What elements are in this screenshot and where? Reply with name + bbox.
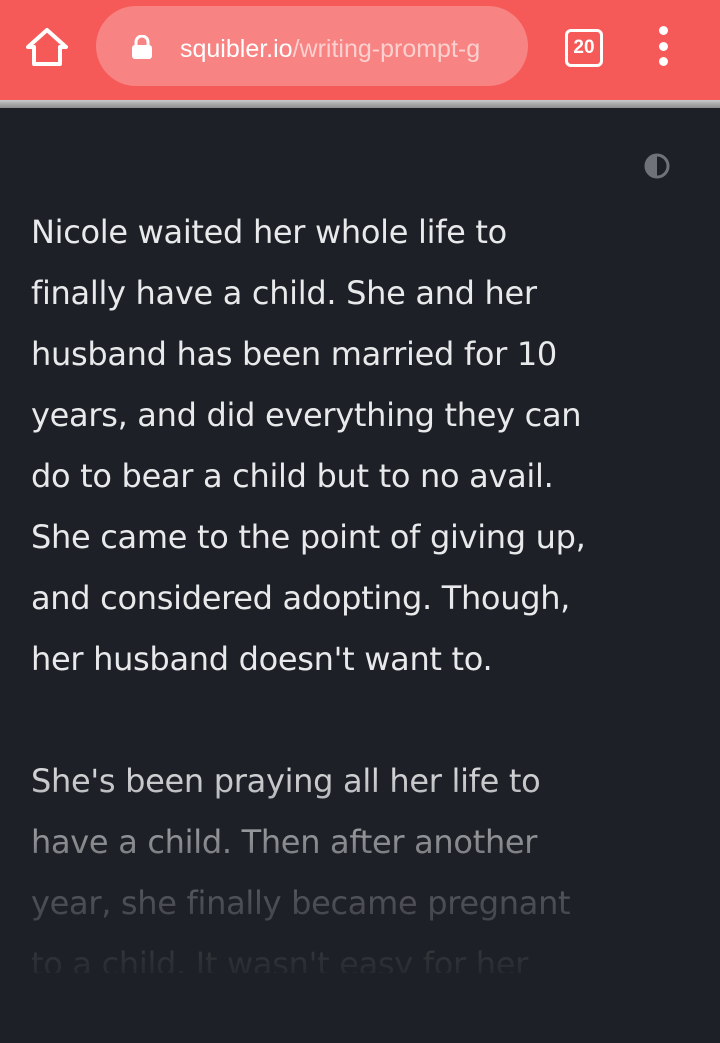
address-bar[interactable]: squibler.io/writing-prompt-g xyxy=(96,6,528,86)
url-path: /writing-prompt-g xyxy=(292,35,481,63)
contrast-icon[interactable] xyxy=(643,152,671,180)
lock-icon xyxy=(132,35,152,59)
menu-dot xyxy=(658,26,668,35)
story-text: Nicole waited her whole life to finally … xyxy=(31,202,701,973)
url-text[interactable]: squibler.io/writing-prompt-g xyxy=(180,29,510,69)
home-icon xyxy=(26,28,68,66)
toolbar-divider xyxy=(0,100,720,108)
more-vert-icon[interactable] xyxy=(650,26,676,66)
menu-dot xyxy=(658,41,668,51)
browser-toolbar: squibler.io/writing-prompt-g 20 xyxy=(0,0,720,100)
home-button[interactable] xyxy=(22,24,72,70)
url-host: squibler.io xyxy=(180,35,293,63)
menu-dot xyxy=(658,57,668,66)
story-paragraph-faded: She's been praying all her life to have … xyxy=(31,762,571,973)
story-paragraph: Nicole waited her whole life to finally … xyxy=(31,213,586,678)
tabs-button[interactable]: 20 xyxy=(565,29,603,67)
